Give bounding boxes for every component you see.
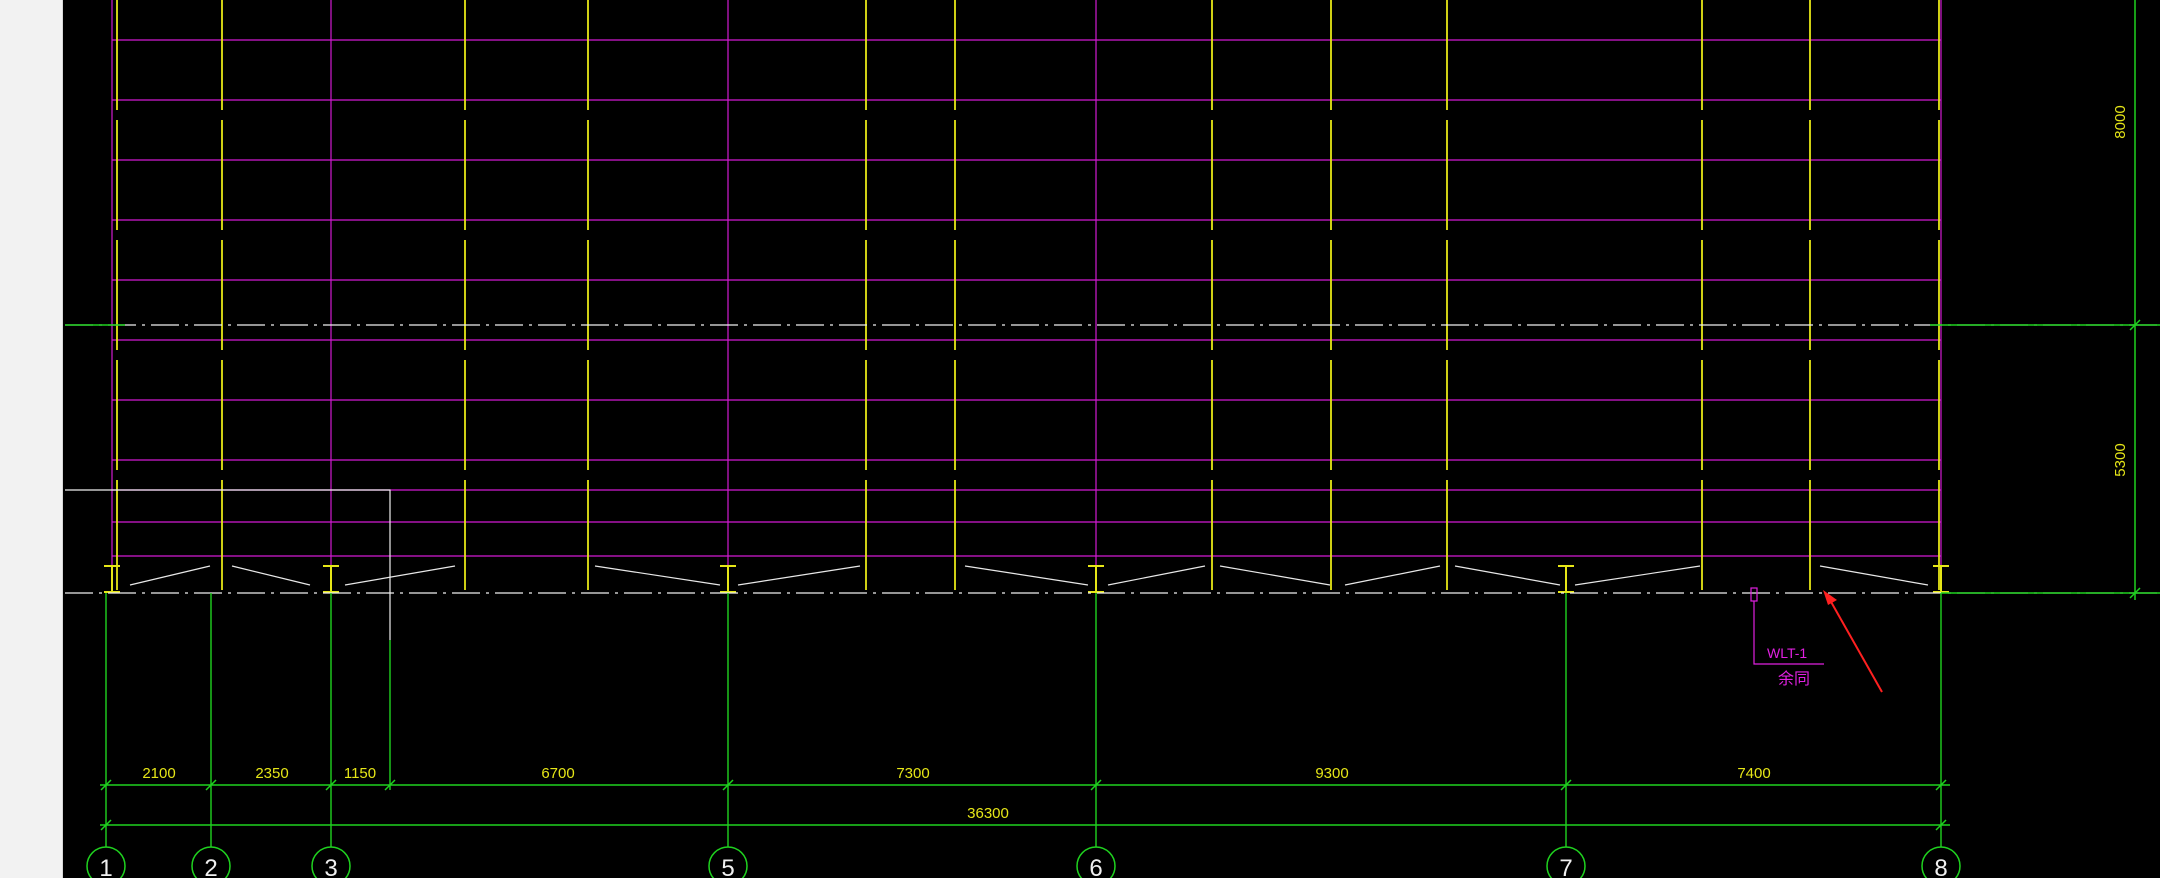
axis-bubble: 6 <box>1076 846 1116 878</box>
axis-bubble: 3 <box>311 846 351 878</box>
column-section <box>1088 565 1104 593</box>
annotation-tag: WLT-1 <box>1767 645 1807 661</box>
axis-bubble: 7 <box>1546 846 1586 878</box>
axis-label: 7 <box>1559 855 1572 878</box>
cad-viewport[interactable]: 2100 2350 1150 6700 7300 9300 7400 36300… <box>0 0 2160 878</box>
bay-dimension-label: 2350 <box>255 765 288 782</box>
axis-bubbles: 1 2 3 5 6 7 8 <box>86 846 1961 878</box>
axis-label: 3 <box>324 855 337 878</box>
brace-line <box>964 565 1089 586</box>
bay-dimension-label: 6700 <box>541 765 574 782</box>
axis-lines <box>65 324 2160 847</box>
purlin-grid <box>111 0 1942 590</box>
brace-line <box>231 565 311 586</box>
structural-plan-drawing: 2100 2350 1150 6700 7300 9300 7400 36300… <box>65 0 2160 878</box>
bay-dimension-label: 9300 <box>1315 765 1348 782</box>
column-section <box>1558 565 1574 593</box>
annotation-subtext: 余同 <box>1778 669 1810 688</box>
dimension-lines <box>100 0 2141 831</box>
axis-label: 1 <box>99 855 112 878</box>
brace-line <box>1107 565 1206 586</box>
brace-line <box>129 565 211 586</box>
brace-line <box>1454 565 1561 586</box>
axis-bubble: 5 <box>708 846 748 878</box>
brace-line <box>1219 565 1331 586</box>
bay-dimension-label: 7300 <box>896 765 929 782</box>
axis-label: 2 <box>204 855 217 878</box>
brace-line <box>737 565 861 586</box>
brace-line <box>1344 565 1441 586</box>
steel-columns <box>104 0 1949 593</box>
bay-dimension-label: 1150 <box>344 765 376 782</box>
bay-dimension-label: 2100 <box>142 765 175 782</box>
vertical-dimension-label: 8000 <box>2112 105 2129 138</box>
axis-label: 5 <box>721 855 734 878</box>
column-section <box>1933 565 1949 593</box>
brace-line <box>1574 565 1701 586</box>
bay-dimension-label: 7400 <box>1737 765 1770 782</box>
column-section <box>720 565 736 593</box>
axis-label: 6 <box>1089 855 1102 878</box>
total-dimension-label: 36300 <box>967 805 1009 822</box>
column-section <box>323 565 339 593</box>
red-arrow <box>1823 590 1883 693</box>
axis-bubble: 8 <box>1921 846 1961 878</box>
axis-bubble: 1 <box>86 846 126 878</box>
vertical-dimension-label: 5300 <box>2112 443 2129 476</box>
bay-dimension-labels: 2100 2350 1150 6700 7300 9300 7400 <box>142 765 1770 782</box>
axis-label: 8 <box>1934 855 1947 878</box>
axis-bubble: 2 <box>191 846 231 878</box>
wlt-annotation: WLT-1 余同 <box>1750 587 1824 688</box>
brace-line <box>344 565 456 586</box>
brace-line <box>594 565 721 586</box>
brace-line <box>1819 565 1929 586</box>
